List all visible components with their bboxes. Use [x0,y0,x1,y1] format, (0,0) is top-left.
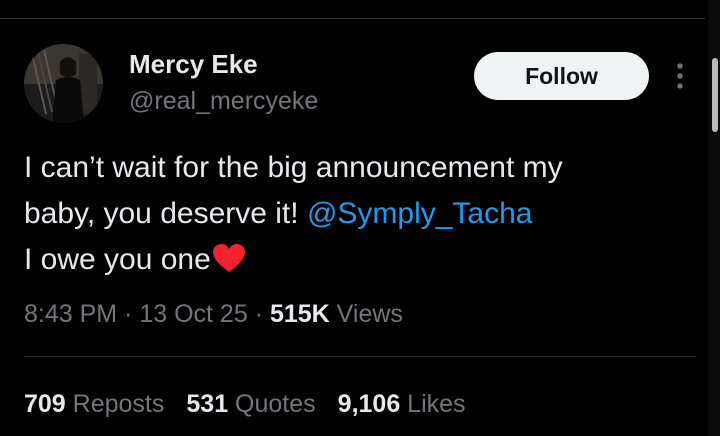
scrollbar[interactable] [708,0,720,436]
meta-separator: · [117,300,140,328]
reposts-label: Reposts [65,390,165,418]
scrollbar-thumb[interactable] [712,58,718,132]
quotes-count: 531 [186,390,229,418]
engagement-stats: 709 Reposts 531 Quotes 9,106 Likes [24,388,488,420]
quotes-stat[interactable]: 531 Quotes [186,388,315,420]
reposts-stat[interactable]: 709 Reposts [24,388,164,420]
tweet-line-3: I owe you one [24,237,694,287]
top-divider [0,18,705,19]
views-label: Views [329,300,403,328]
tweet-meta: 8:43 PM · 13 Oct 25 · 515K Views [24,298,403,330]
reposts-count: 709 [24,390,66,418]
more-options-icon[interactable] [670,60,690,92]
tweet-line-2-text: baby, you deserve it! [24,197,307,230]
tweet-time[interactable]: 8:43 PM [24,300,117,328]
stats-divider [24,356,696,357]
display-name[interactable]: Mercy Eke [129,49,258,79]
avatar[interactable] [24,44,103,123]
meta-separator: · [247,300,270,328]
tweet-date[interactable]: 13 Oct 25 [139,300,247,328]
heart-emoji-icon [212,241,246,287]
views-count: 515K [269,300,330,328]
handle[interactable]: @real_mercyeke [129,86,318,116]
tweet-line-1: I can’t wait for the big announcement my [24,151,563,184]
likes-count: 9,106 [337,390,401,418]
tweet-line-2: baby, you deserve it! @Symply_Tacha [24,191,694,237]
tweet-text: I can’t wait for the big announcement my… [24,145,694,287]
likes-stat[interactable]: 9,106 Likes [338,388,466,420]
quotes-label: Quotes [228,390,316,418]
mention-link[interactable]: @Symply_Tacha [307,197,533,230]
likes-label: Likes [400,390,466,418]
tweet-line-3-text: I owe you one [24,243,211,276]
follow-button[interactable]: Follow [474,52,649,100]
